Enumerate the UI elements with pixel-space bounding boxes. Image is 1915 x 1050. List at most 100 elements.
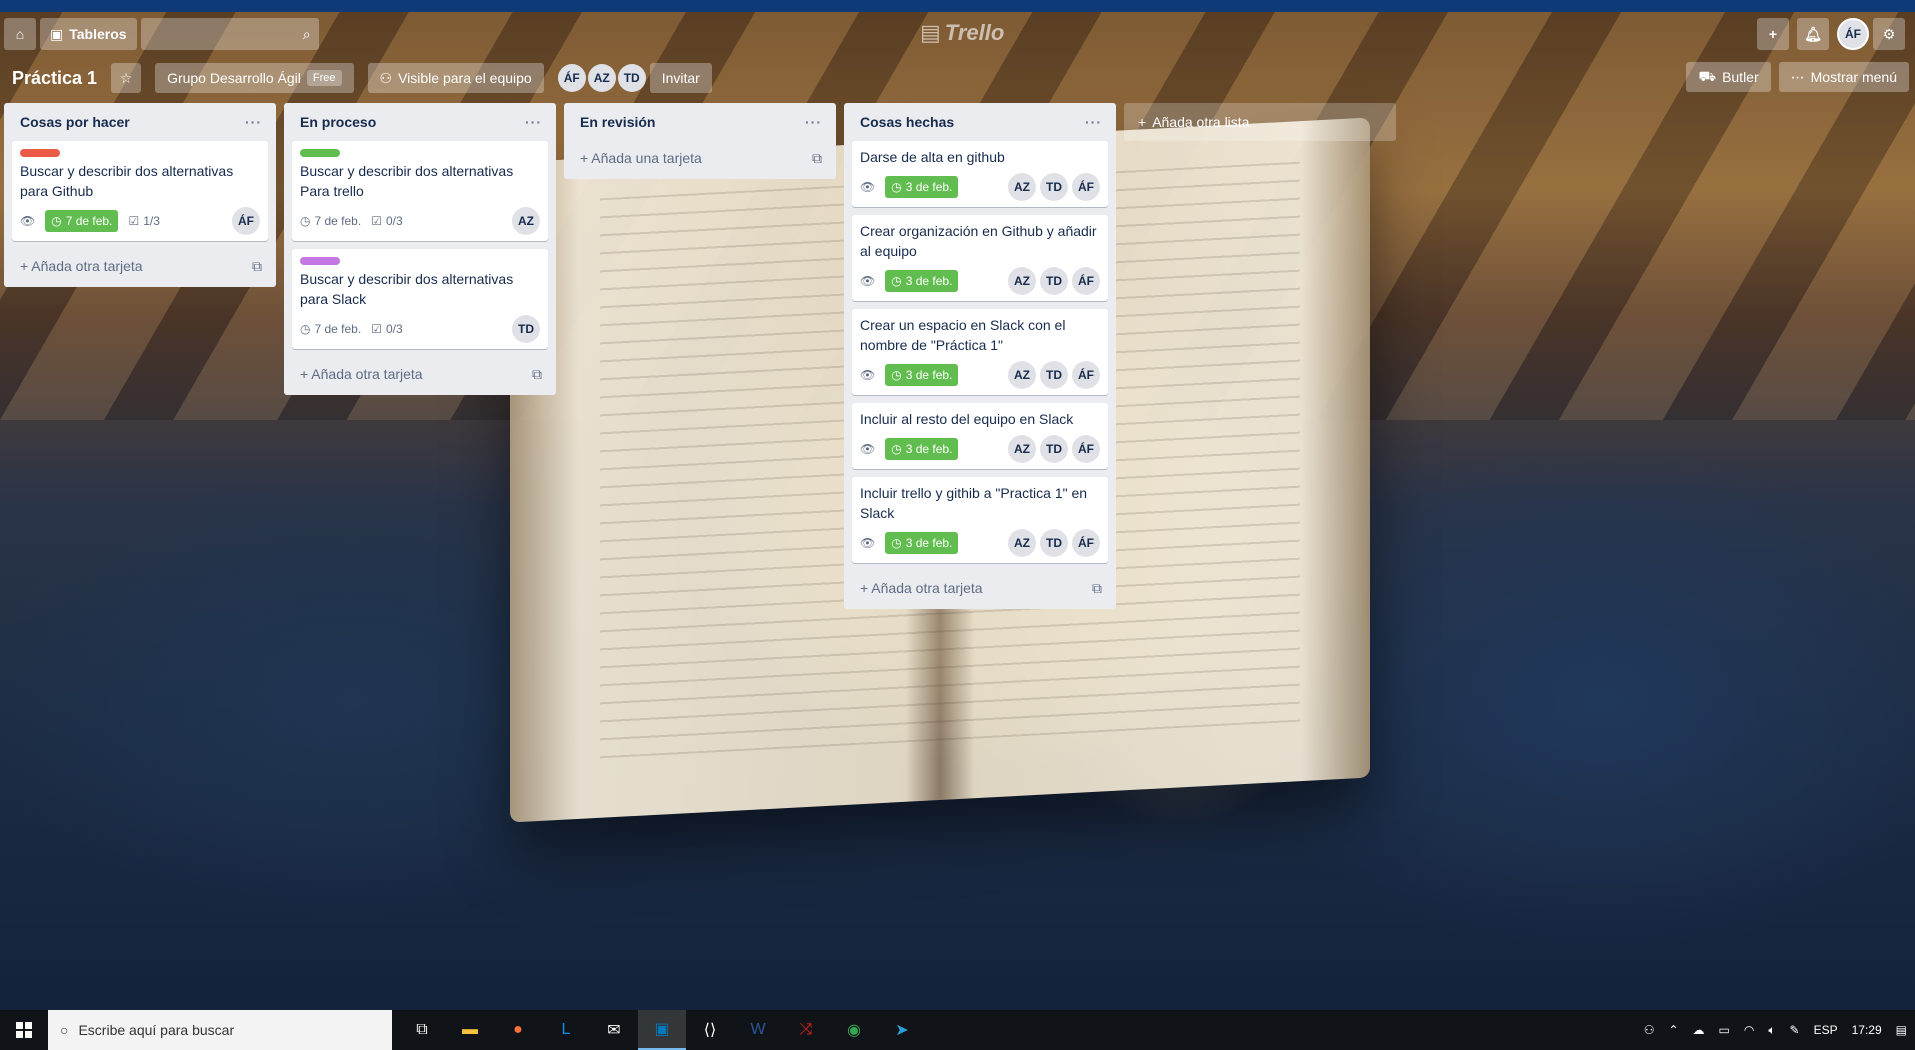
chevron-up-icon[interactable]: ⌃ [1668,1023,1678,1037]
member-avatar[interactable]: ÁF [1072,267,1100,295]
notification-center-icon[interactable]: ▤ [1896,1023,1907,1037]
home-button[interactable]: ⌂ [4,18,36,50]
list-title[interactable]: Cosas hechas [860,114,954,130]
due-date-badge[interactable]: ◷ 3 de feb. [885,176,959,198]
add-list-button[interactable]: + Añada otra lista [1124,103,1396,141]
team-button[interactable]: Grupo Desarrollo Ágil Free [155,63,354,93]
member-avatar[interactable]: AZ [512,207,540,235]
list-title[interactable]: Cosas por hacer [20,114,130,130]
member-avatar[interactable]: TD [617,64,646,92]
list-header[interactable]: Cosas por hacer ··· [4,103,276,141]
card[interactable]: Darse de alta en github 👁︎ ◷ 3 de feb. AZ TD Á… [852,141,1108,207]
pen-icon[interactable]: ✎ [1790,1023,1800,1037]
mail-icon[interactable]: ✉ [590,1010,638,1050]
due-date-badge[interactable]: ◷ 3 de feb. [885,532,959,554]
file-explorer-icon[interactable]: ▬ [446,1010,494,1050]
start-button[interactable] [0,1010,48,1050]
card[interactable]: Buscar y describir dos alternativas para… [292,249,548,349]
invite-button[interactable]: Invitar [649,63,712,93]
list-header[interactable]: En revisión ··· [564,103,836,141]
battery-icon[interactable]: ▭ [1719,1023,1730,1037]
card[interactable]: Crear un espacio en Slack con el nombre … [852,309,1108,395]
firefox-icon[interactable]: ● [494,1010,542,1050]
add-card-button[interactable]: + Añada otra tarjeta ⧉ [4,249,276,283]
people-icon[interactable]: ⚇ [1644,1023,1655,1037]
member-avatar[interactable]: ÁF [1072,529,1100,557]
card-label[interactable] [300,149,340,157]
member-avatar[interactable]: TD [1040,267,1068,295]
add-card-button[interactable]: + Añada otra tarjeta ⧉ [844,571,1116,605]
create-button[interactable]: + [1757,18,1789,50]
notifications-button[interactable]: 🔔︎ [1797,18,1829,50]
member-avatar[interactable]: ÁF [557,64,586,92]
card[interactable]: Buscar y describir dos alternativas Para… [292,141,548,241]
user-avatar[interactable]: ÁF [1837,18,1869,50]
volume-icon[interactable]: 🔈︎ [1768,1023,1775,1038]
member-avatar[interactable]: TD [1040,435,1068,463]
member-avatar[interactable]: AZ [1008,267,1036,295]
member-avatar[interactable]: AZ [1008,173,1036,201]
acrobat-icon[interactable]: ⤨ [782,1010,830,1050]
wifi-icon[interactable]: ◠ [1744,1023,1754,1037]
trello-app-icon[interactable]: ▣ [638,1010,686,1050]
chrome-icon[interactable]: ◉ [830,1010,878,1050]
trello-logo[interactable]: ▤ Trello [920,20,1004,46]
card-template-icon[interactable]: ⧉ [1092,580,1102,597]
member-avatar[interactable]: ÁF [1072,173,1100,201]
clock[interactable]: 17:29 [1852,1023,1882,1037]
list-menu-icon[interactable]: ··· [805,114,822,130]
card-label[interactable] [20,149,60,157]
list-title[interactable]: En revisión [580,114,655,130]
member-avatar[interactable]: TD [1040,173,1068,201]
card-template-icon[interactable]: ⧉ [252,258,262,275]
member-avatar[interactable]: TD [512,315,540,343]
board-title[interactable]: Práctica 1 [12,68,97,89]
member-avatar[interactable]: AZ [1008,529,1036,557]
card-badges: ◷ 7 de feb. ☑ 0/3 AZ [300,207,540,235]
card[interactable]: Crear organización en Github y añadir al… [852,215,1108,301]
list-menu-icon[interactable]: ··· [1085,114,1102,130]
onedrive-icon[interactable]: ☁ [1693,1023,1705,1037]
due-date-badge[interactable]: ◷ 7 de feb. [300,322,361,336]
card-template-icon[interactable]: ⧉ [532,366,542,383]
telegram-icon[interactable]: ➤ [878,1010,926,1050]
card-template-icon[interactable]: ⧉ [812,150,822,167]
search-input[interactable]: ⌕ [140,18,319,50]
vscode-icon[interactable]: ⟨⟩ [686,1010,734,1050]
butler-button[interactable]: ⛟ Butler [1686,62,1771,92]
star-button[interactable]: ☆ [111,63,142,93]
card-label[interactable] [300,257,340,265]
list-menu-icon[interactable]: ··· [245,114,262,130]
taskbar-search[interactable]: ○ Escribe aquí para buscar [48,1010,392,1050]
add-card-button[interactable]: + Añada una tarjeta ⧉ [564,141,836,175]
member-avatar[interactable]: ÁF [1072,361,1100,389]
member-avatar[interactable]: ÁF [232,207,260,235]
member-avatar[interactable]: ÁF [1072,435,1100,463]
app-l-icon[interactable]: L [542,1010,590,1050]
language-indicator[interactable]: ESP [1814,1023,1838,1037]
member-avatar[interactable]: AZ [587,64,616,92]
card[interactable]: Incluir al resto del equipo en Slack 👁︎ ◷ 3… [852,403,1108,469]
due-date-badge[interactable]: ◷ 3 de feb. [885,270,959,292]
settings-button[interactable]: ⚙ [1873,18,1905,50]
due-date-badge[interactable]: ◷ 3 de feb. [885,364,959,386]
member-avatar[interactable]: TD [1040,361,1068,389]
show-menu-button[interactable]: ⋯ Mostrar menú [1778,62,1909,92]
boards-button[interactable]: ▣ Tableros [40,18,137,50]
list-header[interactable]: Cosas hechas ··· [844,103,1116,141]
card[interactable]: Buscar y describir dos alternativas para… [12,141,268,241]
card[interactable]: Incluir trello y githib a "Practica 1" e… [852,477,1108,563]
task-view-icon[interactable]: ⧉ [398,1010,446,1050]
list-title[interactable]: En proceso [300,114,376,130]
member-avatar[interactable]: AZ [1008,361,1036,389]
word-icon[interactable]: W [734,1010,782,1050]
list-header[interactable]: En proceso ··· [284,103,556,141]
visibility-button[interactable]: ⚇ Visible para el equipo [367,63,544,93]
due-date-badge[interactable]: ◷ 7 de feb. [300,214,361,228]
member-avatar[interactable]: TD [1040,529,1068,557]
due-date-badge[interactable]: ◷ 7 de feb. [45,210,119,232]
add-card-button[interactable]: + Añada otra tarjeta ⧉ [284,357,556,391]
list-menu-icon[interactable]: ··· [525,114,542,130]
due-date-badge[interactable]: ◷ 3 de feb. [885,438,959,460]
member-avatar[interactable]: AZ [1008,435,1036,463]
